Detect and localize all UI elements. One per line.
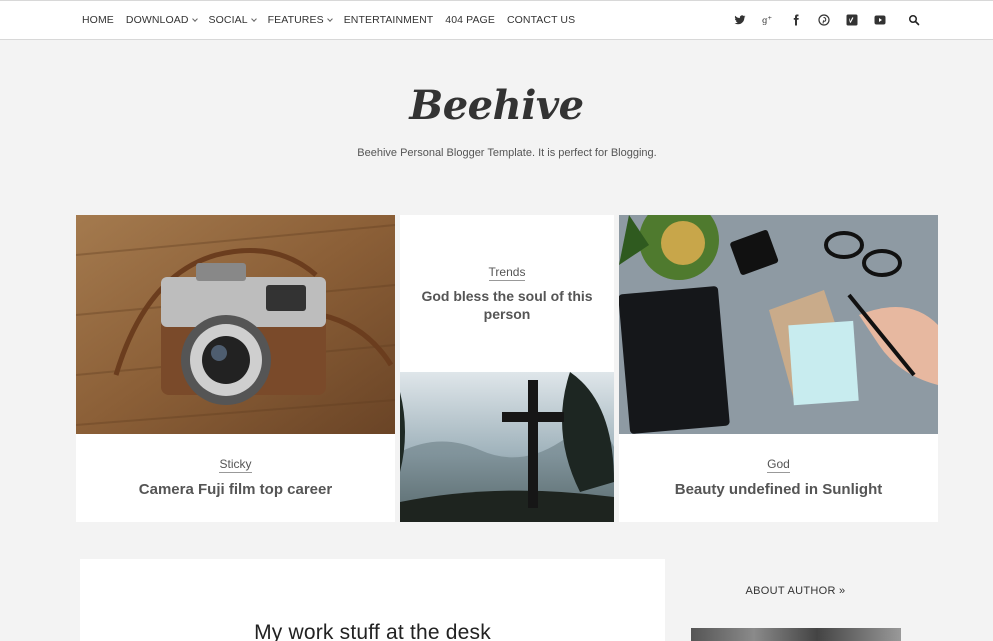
social-links: g + (733, 1, 901, 39)
about-author-heading[interactable]: ABOUT AUTHOR » (690, 585, 901, 597)
menu-label: 404 PAGE (445, 14, 495, 26)
svg-text:+: + (768, 16, 773, 22)
featured-card-middle[interactable]: Trends God bless the soul of this person (400, 215, 614, 372)
post-title[interactable]: Camera Fuji film top career (76, 481, 395, 499)
menu-item-404-page[interactable]: 404 PAGE (445, 14, 495, 26)
post-category[interactable]: God (619, 457, 938, 473)
menu-label: CONTACT US (506, 14, 576, 26)
search-icon[interactable] (908, 13, 922, 27)
menu-item-contact-us[interactable]: CONTACT US (507, 14, 575, 26)
featured-card-right[interactable]: God Beauty undefined in Sunlight (619, 215, 938, 522)
chevron-down-icon (191, 15, 198, 22)
menu-label: HOME (82, 14, 114, 26)
menu-item-home[interactable]: HOME (82, 14, 114, 26)
main-post-title[interactable]: My work stuff at the desk (80, 621, 665, 641)
menu-label: DOWNLOAD (125, 14, 189, 26)
category-link[interactable]: Trends (488, 265, 526, 281)
menu-item-entertainment[interactable]: ENTERTAINMENT (344, 14, 434, 26)
post-category[interactable]: Trends (400, 265, 614, 281)
post-category[interactable]: Sticky (76, 457, 395, 473)
chevron-down-icon (250, 15, 257, 22)
menu-label: ENTERTAINMENT (343, 14, 434, 26)
cross-image[interactable] (400, 372, 614, 522)
site-tagline: Beehive Personal Blogger Template. It is… (357, 147, 657, 159)
menu-label: SOCIAL (208, 14, 248, 26)
facebook-icon[interactable] (789, 13, 803, 27)
author-photo (691, 628, 901, 641)
desk-image[interactable] (619, 215, 938, 434)
menu-label: FEATURES (267, 14, 324, 26)
vimeo-icon[interactable] (845, 13, 859, 27)
google-plus-icon[interactable]: g + (761, 13, 775, 27)
main-post-card: My work stuff at the desk (80, 559, 665, 641)
camera-image[interactable] (76, 215, 395, 434)
category-link[interactable]: Sticky (219, 457, 252, 473)
top-navigation: HOME DOWNLOAD SOCIAL FEATURES ENTERTAINM… (0, 0, 993, 40)
menu-item-social[interactable]: SOCIAL (208, 14, 257, 26)
youtube-icon[interactable] (873, 13, 887, 27)
site-logo[interactable]: Beehive (0, 82, 993, 129)
chevron-down-icon (326, 15, 333, 22)
featured-card-left[interactable]: Sticky Camera Fuji film top career (76, 215, 395, 522)
main-menu: HOME DOWNLOAD SOCIAL FEATURES ENTERTAINM… (82, 1, 587, 39)
twitter-icon[interactable] (733, 13, 747, 27)
menu-item-download[interactable]: DOWNLOAD (125, 14, 198, 26)
category-link[interactable]: God (767, 457, 790, 473)
post-title[interactable]: God bless the soul of this person (400, 287, 614, 323)
pinterest-icon[interactable] (817, 13, 831, 27)
post-title[interactable]: Beauty undefined in Sunlight (619, 481, 938, 499)
menu-item-features[interactable]: FEATURES (267, 14, 333, 26)
